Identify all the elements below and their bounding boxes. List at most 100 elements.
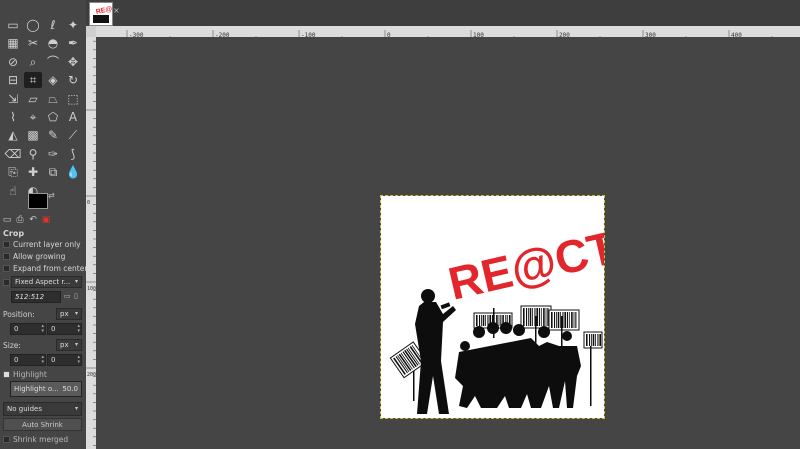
shear-icon[interactable]: ▱ <box>24 91 42 107</box>
chevron-down-icon: ▾ <box>74 341 78 348</box>
cage-icon[interactable]: ⬠ <box>44 109 62 125</box>
size-unit-value: px <box>60 341 69 349</box>
shrink-merged-checkbox[interactable]: Shrink merged <box>3 433 68 445</box>
images-tab-icon[interactable]: ▣ <box>41 215 51 225</box>
aspect-ratio-value: 512:512 <box>15 293 45 301</box>
toolbox: ▭ ◯ ℓ ✦ ▦ ✂ ◓ ✒ ⊘ ⌕ ⌒ ✥ ⊟ ⌗ ◈ ↻ ⇲ ▱ ⏢ ⬚ ⌇ ⌖ ⬠ A ◭ ▩ ✎ ⟋ ⌫ ⚲ ✑ ⟆ ⎘ ✚ ⧉ 💧 ☝ ◐ ⇄… <box>0 0 87 449</box>
paintbrush-icon[interactable]: ⟋ <box>64 127 82 143</box>
perspective-icon[interactable]: ⏢ <box>44 91 62 107</box>
ruler-label: 0 <box>87 200 90 206</box>
zoom-icon[interactable]: ⌕ <box>24 54 42 70</box>
perspective-clone-icon[interactable]: ⧉ <box>44 164 62 180</box>
checkbox-box[interactable] <box>3 264 10 272</box>
poster-logo-text: RE@CT <box>444 221 604 310</box>
unified-transform-icon[interactable]: ◈ <box>44 72 62 88</box>
handle-transform-icon[interactable]: ⌖ <box>24 109 42 125</box>
size-label: Size: <box>3 341 21 350</box>
image-canvas[interactable]: RE@CT <box>380 195 621 419</box>
size-width-value: 0 <box>14 356 19 364</box>
rotate-icon[interactable]: ↻ <box>64 72 82 88</box>
current-layer-only-checkbox[interactable]: Current layer only <box>3 238 81 250</box>
landscape-icon[interactable]: ▯ <box>74 292 78 300</box>
scale-icon[interactable]: ⇲ <box>4 91 22 107</box>
mypaint-brush-icon[interactable]: ⟆ <box>64 146 82 162</box>
thumbnail-image: RE@CT <box>90 3 112 25</box>
color-swatches[interactable]: ⇄ <box>28 191 56 217</box>
react-poster-image: RE@CT <box>389 221 621 414</box>
ink-icon[interactable]: ✑ <box>44 146 62 162</box>
paths-icon[interactable]: ✒ <box>64 35 82 51</box>
checkbox-box[interactable] <box>3 370 10 378</box>
text-icon[interactable]: A <box>64 109 82 125</box>
eraser-icon[interactable]: ⌫ <box>4 146 22 162</box>
fuzzy-select-icon[interactable]: ✦ <box>64 17 82 33</box>
free-select-icon[interactable]: ℓ <box>44 17 62 33</box>
shrink-merged-label: Shrink merged <box>13 434 69 444</box>
spin-arrows-icon[interactable]: ▴ ▾ <box>77 324 80 334</box>
auto-shrink-button[interactable]: Auto Shrink <box>3 418 82 431</box>
expand-from-center-checkbox[interactable]: Expand from center <box>3 262 87 274</box>
undo-history-tab-icon[interactable]: ↶ <box>28 215 38 225</box>
clone-icon[interactable]: ⎘ <box>4 164 22 180</box>
highlight-opacity-slider[interactable]: Highlight o... 50.0 <box>10 381 82 397</box>
checkbox-box[interactable] <box>3 240 10 248</box>
highlight-opacity-value: 50.0 <box>62 385 78 393</box>
gradient-icon[interactable]: ▩ <box>24 127 42 143</box>
ellipse-select-icon[interactable]: ◯ <box>24 17 42 33</box>
position-y-field[interactable]: 0 ▴ ▾ <box>47 323 82 335</box>
move-icon[interactable]: ✥ <box>64 54 82 70</box>
warp-icon[interactable]: ⌇ <box>4 109 22 125</box>
3d-transform-icon[interactable]: ⬚ <box>64 91 82 107</box>
allow-growing-label: Allow growing <box>13 251 66 261</box>
rect-select-icon[interactable]: ▭ <box>4 17 22 33</box>
guides-dropdown[interactable]: No guides ▾ <box>3 402 82 416</box>
allow-growing-checkbox[interactable]: Allow growing <box>3 250 65 262</box>
fixed-checkbox[interactable] <box>3 276 10 288</box>
horizontal-ruler[interactable]: -300 -200 -100 0 100 200 300 400 <box>96 26 800 37</box>
spin-arrows-icon[interactable]: ▴ ▾ <box>77 355 80 365</box>
tool-options-tab-icon[interactable]: ▭ <box>2 215 12 225</box>
scissors-select-icon[interactable]: ✂ <box>24 35 42 51</box>
spin-arrows-icon[interactable]: ▴ ▾ <box>41 355 44 365</box>
aspect-ratio-field[interactable]: 512:512 <box>11 291 61 303</box>
size-unit-dropdown[interactable]: px ▾ <box>56 339 82 351</box>
highlight-checkbox[interactable]: Highlight <box>3 368 47 380</box>
airbrush-icon[interactable]: ⚲ <box>24 146 42 162</box>
measure-icon[interactable]: ⌒ <box>44 54 62 70</box>
horizontal-ruler-ticks: -300 -200 -100 0 100 200 300 400 <box>126 30 773 37</box>
position-unit-dropdown[interactable]: px ▾ <box>56 308 82 320</box>
position-y-value: 0 <box>51 325 56 333</box>
align-icon[interactable]: ⊟ <box>4 72 22 88</box>
dock-tabs: ▭ ⎙ ↶ ▣ <box>2 215 51 227</box>
spin-arrows-icon[interactable]: ▴ ▾ <box>41 324 44 334</box>
crop-icon[interactable]: ⌗ <box>24 72 42 89</box>
checkbox-box[interactable] <box>3 278 10 286</box>
swap-colors-icon[interactable]: ⇄ <box>48 191 55 200</box>
ruler-corner <box>86 26 96 37</box>
foreground-color-swatch[interactable] <box>28 193 48 209</box>
fixed-aspect-value: Fixed Aspect r... <box>15 278 71 286</box>
position-unit-value: px <box>60 310 69 318</box>
fixed-aspect-dropdown[interactable]: Fixed Aspect r... ▾ <box>11 276 82 288</box>
color-picker-icon[interactable]: ⊘ <box>4 54 22 70</box>
size-height-field[interactable]: 0 ▴ ▾ <box>47 354 82 366</box>
position-x-value: 0 <box>14 325 19 333</box>
portrait-icon[interactable]: ▭ <box>64 292 71 300</box>
current-layer-only-label: Current layer only <box>13 239 81 249</box>
checkbox-box[interactable] <box>3 435 10 443</box>
checkbox-box[interactable] <box>3 252 10 260</box>
foreground-select-icon[interactable]: ◓ <box>44 35 62 51</box>
vertical-ruler[interactable]: 0 100 200 <box>86 37 96 449</box>
heal-icon[interactable]: ✚ <box>24 164 42 180</box>
close-tab-icon[interactable]: × <box>113 6 120 15</box>
blur-icon[interactable]: 💧 <box>64 164 82 180</box>
pencil-icon[interactable]: ✎ <box>44 127 62 143</box>
bucket-fill-icon[interactable]: ◭ <box>4 127 22 143</box>
device-status-tab-icon[interactable]: ⎙ <box>15 215 25 225</box>
position-x-field[interactable]: 0 ▴ ▾ <box>10 323 46 335</box>
size-width-field[interactable]: 0 ▴ ▾ <box>10 354 46 366</box>
highlight-label: Highlight <box>13 369 47 379</box>
image-thumbnail-tab[interactable]: RE@CT <box>89 2 113 26</box>
select-by-color-icon[interactable]: ▦ <box>4 35 22 51</box>
smudge-icon[interactable]: ☝ <box>4 183 22 199</box>
